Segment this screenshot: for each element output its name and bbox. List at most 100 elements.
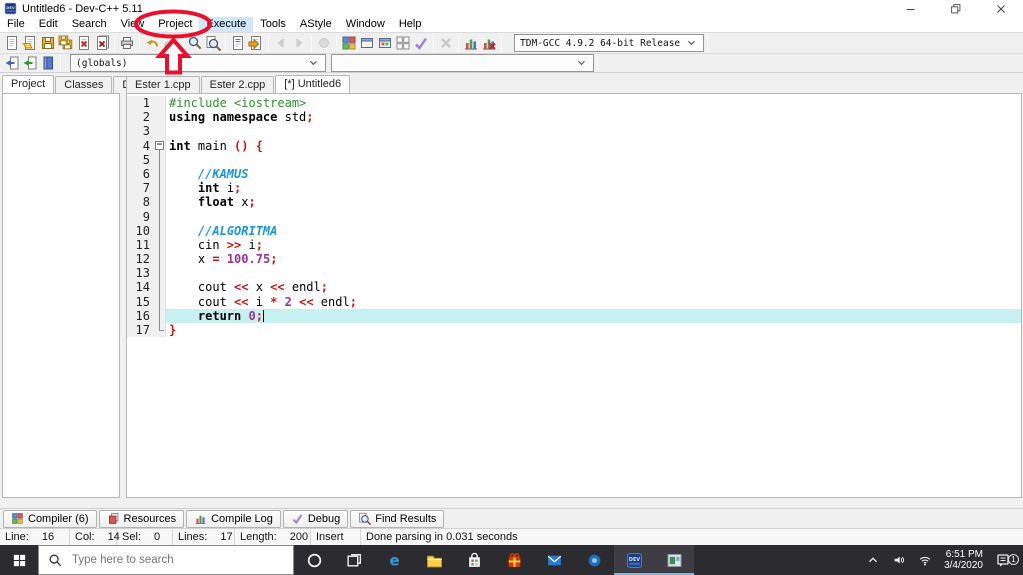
replace-button[interactable] <box>229 34 247 52</box>
code-text[interactable] <box>166 210 1021 224</box>
code-text[interactable]: #include <iostream> <box>166 96 1021 110</box>
taskbar-cortana-button[interactable] <box>294 545 334 575</box>
action-center-button[interactable]: 1 <box>989 552 1023 568</box>
report-tab-resources[interactable]: Resources <box>98 509 185 528</box>
editor-tab-ester-2-cpp[interactable]: Ester 2.cpp <box>200 76 275 93</box>
taskbar-task-view-button[interactable] <box>334 545 374 575</box>
code-line-5[interactable]: 5 <box>127 152 1021 168</box>
code-line-3[interactable]: 3 <box>127 124 1021 139</box>
line-number[interactable]: 5 <box>127 152 153 167</box>
code-line-1[interactable]: 1 #include <iostream> <box>127 96 1021 111</box>
sidebar-tab-project[interactable]: Project <box>2 75 55 93</box>
editor-tab-untitled6[interactable]: [*] Untitled6 <box>275 75 351 93</box>
code-line-10[interactable]: 10 //ALGORITMA <box>127 223 1021 239</box>
line-number[interactable]: 2 <box>127 110 153 125</box>
project-browser-panel[interactable] <box>2 93 120 498</box>
delete-profiling-button[interactable] <box>480 34 498 52</box>
save-all-button[interactable] <box>57 34 75 52</box>
line-number[interactable]: 4 <box>127 138 153 153</box>
code-text[interactable]: } <box>166 323 1021 337</box>
code-line-16[interactable]: 16 return 0; <box>127 308 1021 324</box>
code-text[interactable]: using namespace std; <box>166 110 1021 124</box>
line-number[interactable]: 7 <box>127 181 153 196</box>
goto-line-button[interactable] <box>247 34 265 52</box>
code-text[interactable] <box>166 266 1021 280</box>
line-number[interactable]: 11 <box>127 237 153 253</box>
start-button[interactable] <box>0 545 38 575</box>
menu-view[interactable]: View <box>114 17 152 32</box>
tray-chevron-up-button[interactable] <box>860 553 886 567</box>
menu-file[interactable]: File <box>0 17 32 32</box>
code-text[interactable]: //ALGORITMA <box>166 224 1021 238</box>
menu-astyle[interactable]: AStyle <box>293 17 339 32</box>
rebuild-button[interactable] <box>394 34 412 52</box>
profile-button[interactable] <box>462 34 480 52</box>
restore-button[interactable] <box>933 0 978 17</box>
code-line-15[interactable]: 15 cout << i * 2 << endl; <box>127 294 1021 310</box>
code-text[interactable] <box>166 124 1021 138</box>
code-text[interactable]: int main () { <box>166 139 1021 153</box>
close-all-button[interactable] <box>93 34 111 52</box>
find-button[interactable] <box>186 34 204 52</box>
taskbar-file-explorer-button[interactable] <box>414 545 454 575</box>
taskbar-search[interactable] <box>38 545 294 575</box>
tray-wifi-button[interactable] <box>912 553 938 567</box>
line-number[interactable]: 9 <box>127 209 153 224</box>
tray-speaker-button[interactable] <box>886 553 912 567</box>
report-tab-compiler-6[interactable]: Compiler (6) <box>3 509 97 528</box>
code-line-6[interactable]: 6 //KAMUS <box>127 166 1021 182</box>
compiler-select[interactable]: TDM-GCC 4.9.2 64-bit Release <box>514 34 704 52</box>
compile-run-button[interactable] <box>376 34 394 52</box>
code-line-13[interactable]: 13 <box>127 266 1021 281</box>
code-text[interactable]: int i; <box>166 181 1021 195</box>
menu-tools[interactable]: Tools <box>253 17 293 32</box>
menu-help[interactable]: Help <box>392 17 429 32</box>
fold-toggle[interactable]: − <box>153 138 166 153</box>
code-text[interactable]: cout << x << endl; <box>166 280 1021 294</box>
taskbar-clock[interactable]: 6:51 PM 3/4/2020 <box>938 549 989 571</box>
globals-select[interactable]: (globals) <box>70 54 326 72</box>
project-new-file-button[interactable] <box>3 54 21 72</box>
code-line-7[interactable]: 7 int i; <box>127 181 1021 196</box>
print-button[interactable] <box>118 34 136 52</box>
report-tab-debug[interactable]: Debug <box>282 509 349 528</box>
code-text[interactable]: x = 100.75; <box>166 252 1021 266</box>
menu-project[interactable]: Project <box>151 17 199 32</box>
code-line-11[interactable]: 11 cin >> i; <box>127 237 1021 253</box>
members-select[interactable] <box>331 54 594 72</box>
close-file-button[interactable] <box>75 34 93 52</box>
taskbar-gift-button[interactable] <box>494 545 534 575</box>
line-number[interactable]: 12 <box>127 252 153 267</box>
code-text[interactable]: float x; <box>166 195 1021 209</box>
menu-edit[interactable]: Edit <box>32 17 65 32</box>
line-number[interactable]: 6 <box>127 166 153 182</box>
syntax-check-button[interactable] <box>412 34 430 52</box>
sidebar-tab-classes[interactable]: Classes <box>55 76 113 93</box>
line-number[interactable]: 17 <box>127 323 153 338</box>
code-text[interactable]: cout << i * 2 << endl; <box>166 295 1021 309</box>
code-line-17[interactable]: 17} <box>127 323 1021 338</box>
code-text[interactable]: //KAMUS <box>166 167 1021 181</box>
new-file-button[interactable] <box>3 34 21 52</box>
code-text[interactable] <box>166 153 1021 167</box>
taskbar-search-input[interactable] <box>72 554 262 566</box>
close-button[interactable] <box>978 0 1023 17</box>
code-text[interactable]: cin >> i; <box>166 238 1021 252</box>
taskbar-mail-button[interactable] <box>534 545 574 575</box>
save-button[interactable] <box>39 34 57 52</box>
line-number[interactable]: 3 <box>127 124 153 139</box>
code-line-8[interactable]: 8 float x; <box>127 195 1021 210</box>
taskbar-store-button[interactable] <box>454 545 494 575</box>
menu-window[interactable]: Window <box>339 17 392 32</box>
menu-search[interactable]: Search <box>65 17 114 32</box>
run-button[interactable] <box>358 34 376 52</box>
line-number[interactable]: 13 <box>127 266 153 281</box>
project-remove-file-button[interactable] <box>39 54 57 72</box>
undo-button[interactable] <box>143 34 161 52</box>
line-number[interactable]: 15 <box>127 294 153 309</box>
line-number[interactable]: 16 <box>127 308 153 323</box>
line-number[interactable]: 1 <box>127 96 153 111</box>
report-tab-find-results[interactable]: Find Results <box>350 509 445 528</box>
code-line-4[interactable]: 4− int main () { <box>127 138 1021 153</box>
project-add-file-button[interactable] <box>21 54 39 72</box>
